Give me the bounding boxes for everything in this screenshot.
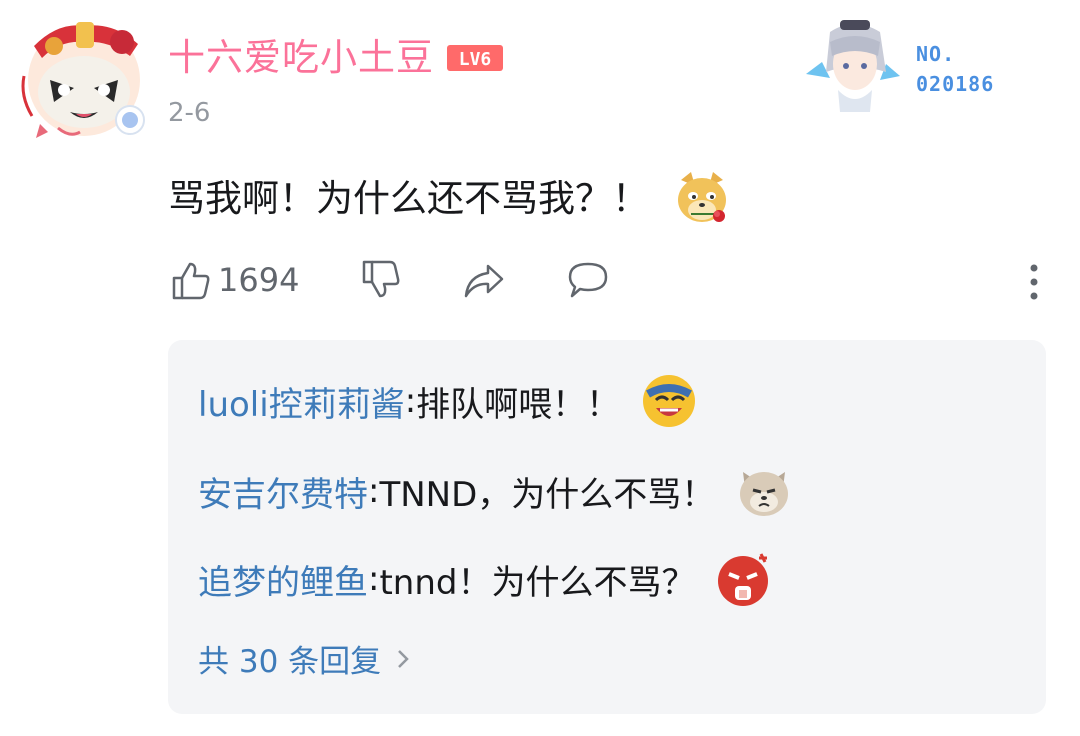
reply-item[interactable]: luoli控莉莉酱: 排队啊喂！！ — [198, 372, 698, 430]
reply-text: 排队啊喂！！ — [416, 384, 621, 425]
reply-author[interactable]: luoli控莉莉酱 — [198, 377, 405, 426]
fan-badge-number: 020186 — [916, 72, 995, 96]
reply-item[interactable]: 追梦的鲤鱼: tnnd！为什么不骂？ — [198, 550, 773, 608]
comment-date: 2-6 — [168, 98, 211, 128]
angry-face-emoji-icon — [715, 550, 773, 608]
fan-badge-character-icon — [806, 20, 900, 112]
user-avatar[interactable] — [18, 16, 158, 140]
reply-text: TNND，为什么不骂！ — [379, 474, 716, 515]
level-badge-icon: LV6 — [446, 44, 504, 72]
level-badge-text: LV6 — [459, 49, 492, 70]
action-bar: 1694 — [168, 258, 1048, 308]
comment-body: 骂我啊！为什么还不骂我？！ — [168, 168, 733, 230]
reply-text: tnnd！为什么不骂？ — [379, 562, 696, 603]
like-count: 1694 — [218, 261, 300, 299]
reply-button[interactable] — [566, 258, 610, 302]
reply-separator: : — [368, 471, 380, 511]
share-button[interactable] — [462, 258, 506, 302]
comment-text: 骂我啊！为什么还不骂我？！ — [168, 177, 649, 220]
chevron-right-icon — [398, 649, 409, 668]
doge-rose-emoji-icon — [671, 168, 733, 230]
like-icon — [172, 262, 210, 300]
fan-badge[interactable]: NO. 020186 — [800, 12, 1030, 112]
replies-panel: luoli控莉莉酱: 排队啊喂！！ 安吉尔费特: TNND，为什么不骂！ 追梦的… — [168, 340, 1046, 714]
reply-icon — [568, 262, 608, 298]
view-all-replies-link[interactable]: 共 30 条回复 — [198, 636, 411, 681]
reply-separator: : — [368, 559, 380, 599]
share-icon — [464, 264, 504, 298]
fan-badge-label: NO. — [916, 42, 956, 66]
username[interactable]: 十六爱吃小土豆 — [168, 34, 434, 82]
dislike-icon — [362, 260, 400, 298]
reply-separator: : — [404, 381, 417, 421]
reply-author[interactable]: 安吉尔费特 — [198, 467, 368, 516]
reply-item[interactable]: 安吉尔费特: TNND，为什么不骂！ — [198, 462, 793, 520]
laughing-tears-emoji-icon — [640, 372, 698, 430]
view-all-replies-label: 共 30 条回复 — [198, 644, 382, 680]
shiba-dog-emoji-icon — [735, 462, 793, 520]
like-button[interactable]: 1694 — [168, 258, 299, 302]
dislike-button[interactable] — [358, 258, 402, 302]
more-icon[interactable] — [1028, 262, 1040, 302]
reply-author[interactable]: 追梦的鲤鱼 — [198, 555, 368, 604]
